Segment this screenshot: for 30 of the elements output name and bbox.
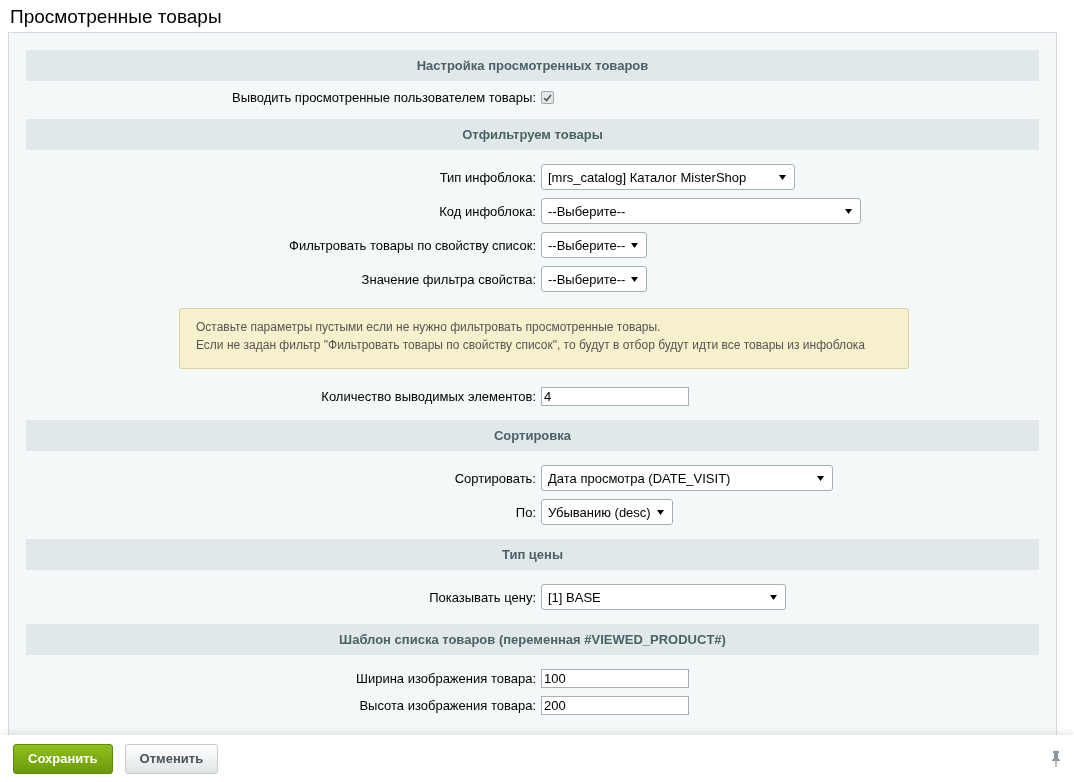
cancel-button[interactable]: Отменить <box>124 743 219 774</box>
input-field[interactable]: 100 <box>541 669 689 688</box>
field-label: Код инфоблока: <box>438 203 536 219</box>
field-label: По: <box>514 504 536 520</box>
section-header: Тип цены <box>26 539 1039 570</box>
dropdown[interactable]: [1] BASE <box>541 584 786 610</box>
dropdown[interactable]: --Выберите-- <box>541 266 648 292</box>
page-title: Просмотренные товары <box>9 5 223 29</box>
section-header: Сортировка <box>26 420 1039 451</box>
field-label: Фильтровать товары по свойству список: <box>288 237 536 253</box>
field-label: Высота изображения товара: <box>358 698 536 713</box>
field-label: Ширина изображения товара: <box>354 671 536 686</box>
note-text: Если не задан фильтр "Фильтровать товары по свойству список", то будут в отбор будут идти все товары из инфоблока <box>196 337 866 354</box>
dropdown[interactable]: Дата просмотра (DATE_VISIT) <box>541 465 833 491</box>
section-header: Шаблон списка товаров (переменная #VIEWED_PRODUCT#) <box>26 624 1039 655</box>
field-label: Значение фильтра свойства: <box>360 271 536 287</box>
section-header: Настройка просмотренных товаров <box>26 50 1039 81</box>
field-label: Сортировать: <box>453 470 536 486</box>
dropdown[interactable]: [mrs_catalog] Каталог MisterShop <box>541 164 795 190</box>
input-field[interactable]: 200 <box>541 696 689 715</box>
field-label: Количество выводимых элементов: <box>320 389 536 404</box>
dropdown[interactable]: --Выберите-- <box>541 198 861 224</box>
field-label: Выводить просмотренные пользователем товары: <box>230 90 536 105</box>
note-text: Оставьте параметры пустыми если не нужно фильтровать просмотренные товары. <box>196 319 662 336</box>
dropdown[interactable]: Убыванию (desc) <box>541 499 673 525</box>
field-label: Показывать цену: <box>428 589 536 605</box>
dropdown[interactable]: --Выберите-- <box>541 232 648 258</box>
section-header: Отфильтруем товары <box>26 119 1039 150</box>
field-label: Тип инфоблока: <box>438 169 536 185</box>
input-field[interactable]: 4 <box>541 387 689 406</box>
